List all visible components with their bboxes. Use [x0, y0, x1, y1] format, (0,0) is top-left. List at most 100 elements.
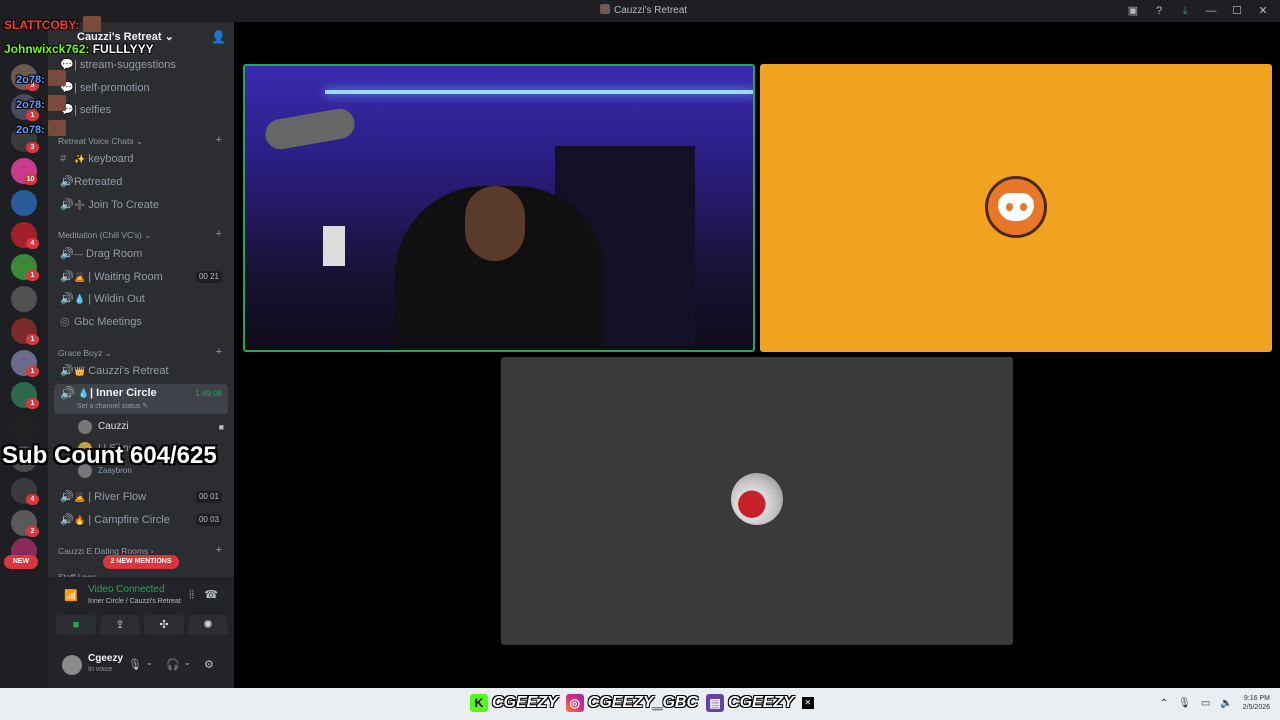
server-badge: 1: [26, 398, 39, 409]
server-badge: 4: [26, 238, 39, 249]
speaker-icon: 🔊: [60, 491, 74, 503]
speaker-icon: 🔊: [60, 293, 74, 305]
help-icon[interactable]: ?: [1148, 3, 1170, 19]
channel-item[interactable]: 🔊🙇 | Waiting Room 00 21: [54, 267, 228, 287]
active-voice-channel[interactable]: 🔊 💧 | Inner Circle 1:49:08 Set a channel…: [54, 384, 228, 414]
server-badge: 3: [26, 142, 39, 153]
chevron-up-icon[interactable]: ⌃: [1160, 698, 1168, 709]
camera-icon: ■: [218, 422, 224, 432]
user-status: In voice: [88, 666, 113, 673]
speaker-icon: 🔊: [60, 176, 74, 188]
camera-button[interactable]: ■: [56, 615, 96, 635]
led-strip: [325, 90, 753, 94]
channel-item[interactable]: 💬| selfies: [54, 100, 228, 120]
avatar: [78, 420, 92, 434]
system-tray: ⌃ 🎙 ▭ 🔈 9:16 PM 2/5/2026: [1160, 694, 1270, 712]
microphone-arm: [263, 106, 357, 152]
channel-item[interactable]: 🔊👑 Cauzzi's Retreat: [54, 361, 228, 381]
add-channel-icon[interactable]: +: [216, 544, 222, 556]
channel-item[interactable]: 💬| stream-suggestions: [54, 55, 228, 75]
category-header[interactable]: Retreat Voice Chats ⌄: [58, 136, 143, 147]
server-badge: 10: [24, 174, 37, 185]
new-mentions-pill[interactable]: 2 NEW MENTIONS: [103, 555, 179, 569]
network-icon[interactable]: ▭: [1201, 698, 1210, 709]
minimize-button[interactable]: —: [1200, 3, 1222, 19]
channel-item[interactable]: 🔊🔥 | Campfire Circle 00 03: [54, 510, 228, 530]
title-bar-controls: ▣ ? ⤓ — ☐ ✕: [1122, 3, 1274, 19]
server-rail: 3 1 3 10 4 1 1 1 1 4 2 NEW: [0, 22, 48, 688]
call-timer: 1:49:08: [195, 389, 222, 398]
stage-icon: ◎: [60, 316, 70, 328]
headphones-icon[interactable]: 🎧: [166, 658, 180, 671]
video-tile-avatar[interactable]: [501, 357, 1013, 645]
channel-item[interactable]: 🔊💧 | Wildin Out: [54, 289, 228, 309]
server-badge: 3: [26, 80, 39, 91]
server-header[interactable]: Cauzzi's Retreat ⌄ 👤: [48, 30, 234, 46]
chevron-down-icon[interactable]: ⌄: [146, 658, 153, 667]
server-icon[interactable]: [11, 414, 37, 440]
text-channel-icon: 💬: [60, 104, 74, 116]
discord-logo: [998, 193, 1034, 221]
noise-suppression-icon[interactable]: ⦙⦙: [189, 589, 194, 602]
channel-item[interactable]: 🔊Retreated: [54, 172, 228, 192]
user-panel: Cgeezy In voice 🎙 ⌄ 🎧 ⌄ ⚙: [48, 646, 234, 688]
category-header[interactable]: Meditation (Chill VC's) ⌄: [58, 230, 151, 241]
channel-item[interactable]: # ✨ keyboard: [54, 149, 228, 169]
channel-item[interactable]: 💬| self-promotion: [54, 78, 228, 98]
signal-icon[interactable]: 📶: [64, 589, 78, 602]
channel-status[interactable]: Set a channel status ✎: [77, 402, 148, 410]
server-badge: 1: [26, 110, 39, 121]
soundboard-button[interactable]: ✺: [188, 615, 228, 635]
close-button[interactable]: ✕: [1252, 3, 1274, 19]
invite-icon[interactable]: 👤: [211, 30, 226, 44]
user-count: 00 01: [195, 491, 222, 503]
user-count: 00 21: [195, 271, 222, 283]
channel-item[interactable]: 🔊🙇 | River Flow 00 01: [54, 487, 228, 507]
download-icon[interactable]: ⤓: [1174, 3, 1196, 19]
server-badge: 2: [26, 526, 39, 537]
text-channel-icon: 💬: [60, 59, 74, 71]
microphone-icon[interactable]: 🎙: [1178, 698, 1191, 709]
eye-right: [1020, 203, 1027, 211]
voice-location[interactable]: Inner Circle / Cauzzi's Retreat: [88, 598, 181, 605]
new-pill[interactable]: NEW: [4, 555, 38, 569]
voice-status[interactable]: Video Connected: [88, 584, 165, 595]
gear-icon[interactable]: ⚙: [204, 658, 214, 671]
server-name[interactable]: Cauzzi's Retreat ⌄: [77, 30, 174, 43]
speaker-icon: 🔊: [60, 199, 74, 211]
volume-icon[interactable]: 🔈: [1220, 698, 1232, 709]
chevron-down-icon[interactable]: ⌄: [184, 658, 191, 667]
screen-share-button[interactable]: ⇪: [100, 615, 140, 635]
add-channel-icon[interactable]: +: [216, 134, 222, 146]
instagram-icon: ◎: [565, 694, 584, 712]
add-channel-icon[interactable]: +: [216, 228, 222, 240]
category-header[interactable]: Grace Boyz ⌄: [58, 348, 112, 359]
discord-pumpkin-icon: [985, 176, 1047, 238]
microphone-icon[interactable]: 🎙: [128, 658, 142, 671]
add-channel-icon[interactable]: +: [216, 346, 222, 358]
activities-button[interactable]: ✣: [144, 615, 184, 635]
speaker-icon: 🔊: [60, 248, 74, 260]
voice-user[interactable]: Cauzzi ■: [76, 418, 228, 436]
server-icon[interactable]: [11, 286, 37, 312]
person-head: [465, 186, 525, 261]
channel-item[interactable]: 🔊➕ Join To Create: [54, 195, 228, 215]
server-icon[interactable]: [11, 190, 37, 216]
maximize-button[interactable]: ☐: [1226, 3, 1248, 19]
speaker-icon: 🔊: [60, 514, 74, 526]
cup: [323, 226, 345, 266]
video-tile-avatar[interactable]: [760, 64, 1272, 352]
title-bar: Cauzzi's Retreat ▣ ? ⤓ — ☐ ✕: [0, 0, 1280, 22]
channel-item[interactable]: 🔊— Drag Room: [54, 244, 228, 264]
channel-item[interactable]: ◎ Gbc Meetings: [54, 312, 228, 332]
clock[interactable]: 9:16 PM 2/5/2026: [1243, 694, 1270, 712]
disconnect-icon[interactable]: ☎: [204, 588, 218, 601]
video-tile-speaking[interactable]: [243, 64, 755, 352]
eye-left: [1006, 203, 1013, 211]
server-badge: 1: [26, 270, 39, 281]
avatar[interactable]: [62, 655, 82, 675]
inbox-icon[interactable]: ▣: [1122, 3, 1144, 19]
taskbar: K CGEEZY ◎ CGEEZY_GBC ▤ CGEEZY ✕ ⌃ 🎙 ▭ 🔈…: [0, 688, 1280, 720]
username[interactable]: Cgeezy: [88, 653, 123, 664]
social-handles-bar: K CGEEZY ◎ CGEEZY_GBC ▤ CGEEZY ✕: [470, 694, 814, 712]
